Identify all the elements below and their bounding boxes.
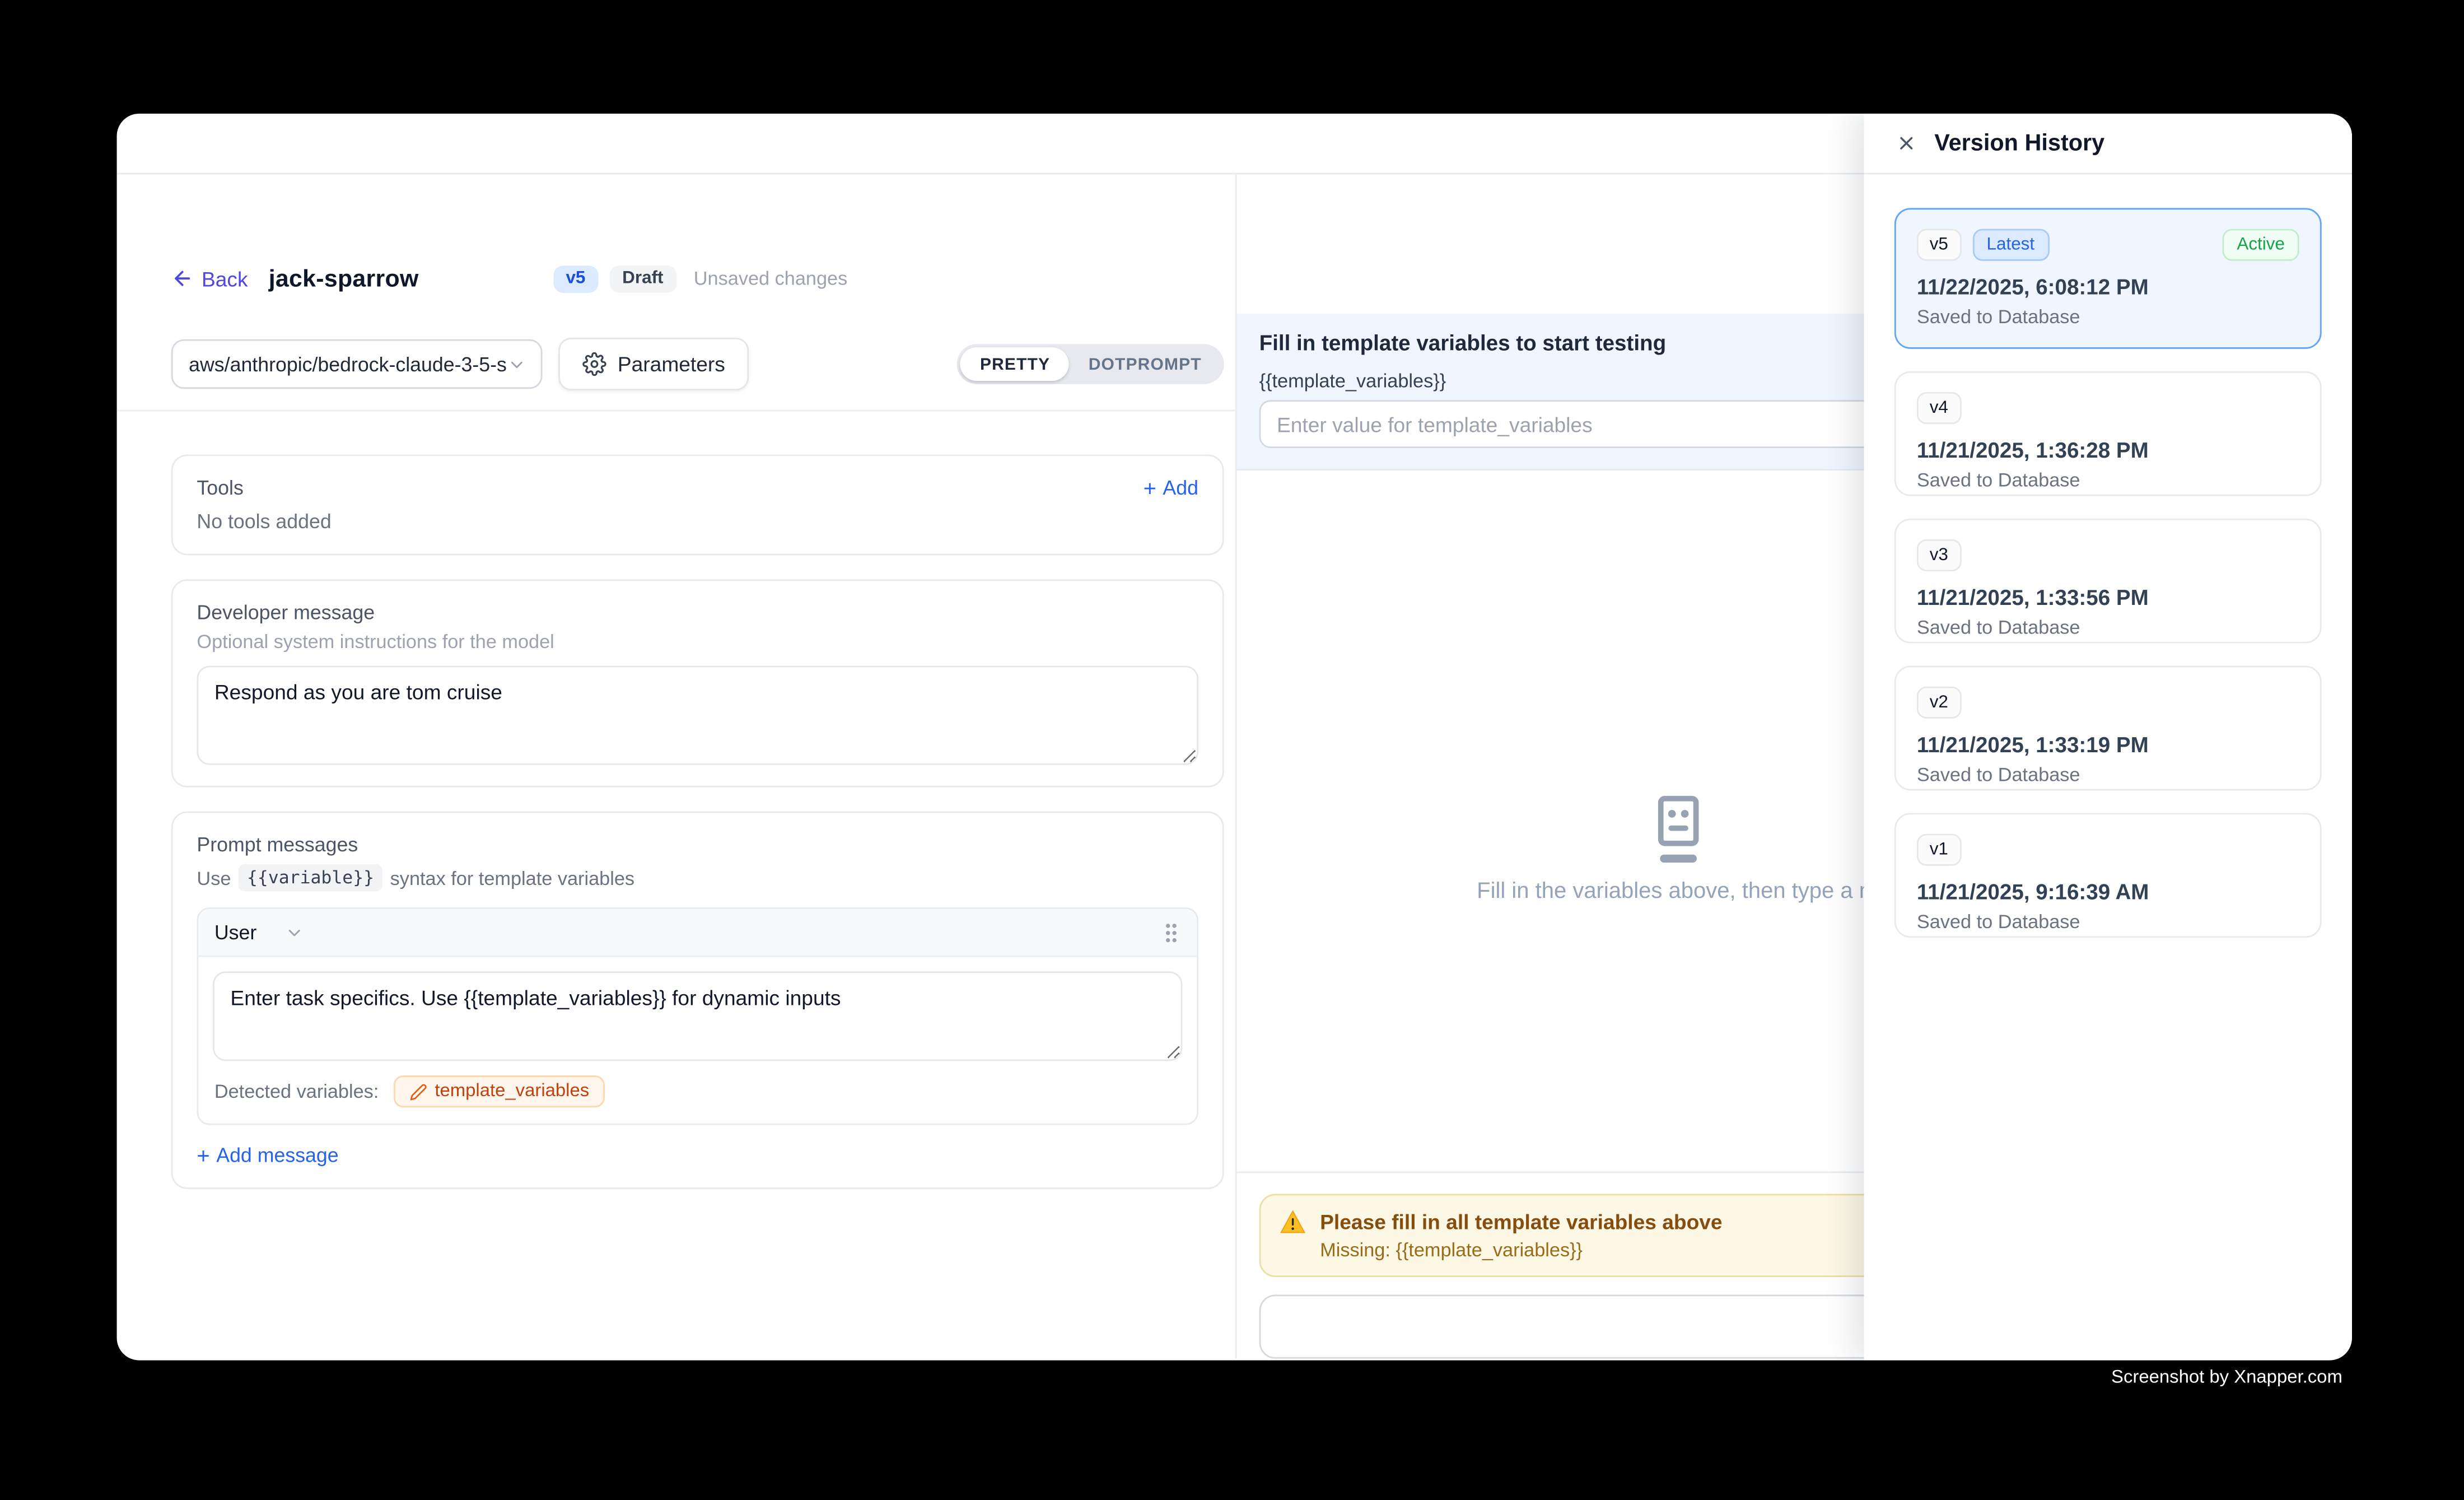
version-timestamp: 11/21/2025, 9:16:39 AM: [1917, 881, 2299, 905]
drag-handle-icon[interactable]: [1161, 921, 1180, 943]
toolbar-divider: [117, 409, 1235, 411]
app-window: Back jack-sparrow v5 Draft Unsaved chang…: [117, 114, 2352, 1361]
version-number-badge: v2: [1917, 687, 1961, 719]
version-badge: v5: [553, 265, 599, 292]
format-toggle: PRETTY DOTPROMPT: [958, 344, 1224, 384]
message-content-input[interactable]: Enter task specifics. Use {{template_var…: [213, 971, 1182, 1061]
warning-icon: [1280, 1210, 1306, 1261]
back-button[interactable]: Back: [171, 267, 248, 291]
version-number-badge: v1: [1917, 834, 1961, 867]
pencil-icon: [409, 1083, 427, 1100]
add-message-button[interactable]: + Add message: [197, 1144, 1198, 1167]
tools-card: Tools + Add No tools added: [171, 454, 1224, 555]
toggle-pretty[interactable]: PRETTY: [961, 347, 1070, 381]
developer-message-hint: Optional system instructions for the mod…: [197, 631, 1198, 653]
prompt-message: User Enter task specifics. Use {{templat…: [197, 907, 1198, 1125]
prompt-messages-label: Prompt messages: [197, 834, 1198, 856]
version-number-badge: v3: [1917, 539, 1961, 572]
version-timestamp: 11/21/2025, 1:33:56 PM: [1917, 586, 2299, 611]
plus-icon: +: [197, 1144, 209, 1167]
version-history-panel: Version History v5 Latest Active 11/22/2…: [1864, 114, 2352, 1361]
toggle-dotprompt[interactable]: DOTPROMPT: [1069, 347, 1221, 381]
version-card-v2[interactable]: v2 11/21/2025, 1:33:19 PM Saved to Datab…: [1894, 666, 2322, 791]
plus-icon: +: [1144, 477, 1156, 499]
gear-icon: [582, 352, 606, 376]
add-tool-button[interactable]: + Add: [1144, 477, 1198, 499]
robot-icon: [1650, 795, 1707, 866]
latest-badge: Latest: [1972, 229, 2049, 262]
back-label: Back: [202, 267, 248, 291]
stage: Back jack-sparrow v5 Draft Unsaved chang…: [0, 0, 2464, 1500]
chevron-down-icon: [507, 355, 525, 374]
developer-message-label: Developer message: [197, 602, 1198, 624]
version-saved-status: Saved to Database: [1917, 306, 2299, 329]
model-select-value: aws/anthropic/bedrock-claude-3-5-s...: [189, 353, 506, 375]
chevron-down-icon: [286, 923, 305, 942]
role-select-value: User: [214, 921, 256, 943]
role-select[interactable]: User: [214, 921, 305, 943]
version-history-header: Version History: [1864, 114, 2352, 175]
breadcrumb: Back jack-sparrow v5 Draft Unsaved chang…: [171, 258, 1224, 299]
screenshot-credit: Screenshot by Xnapper.com: [2111, 1368, 2342, 1387]
warning-title: Please fill in all template variables ab…: [1320, 1210, 1722, 1234]
editor-toolbar: aws/anthropic/bedrock-claude-3-5-s... Pa…: [171, 338, 1224, 390]
version-saved-status: Saved to Database: [1917, 617, 2299, 639]
unsaved-changes-label: Unsaved changes: [694, 267, 848, 290]
detected-variables-label: Detected variables:: [214, 1080, 379, 1103]
version-timestamp: 11/21/2025, 1:33:19 PM: [1917, 733, 2299, 757]
draft-badge: Draft: [609, 265, 676, 292]
version-timestamp: 11/21/2025, 1:36:28 PM: [1917, 439, 2299, 463]
version-saved-status: Saved to Database: [1917, 469, 2299, 492]
prompt-syntax-hint: Use {{variable}} syntax for template var…: [197, 864, 1198, 892]
version-card-v5[interactable]: v5 Latest Active 11/22/2025, 6:08:12 PM …: [1894, 208, 2322, 348]
add-tool-label: Add: [1163, 477, 1198, 499]
variable-syntax-chip: {{variable}}: [239, 864, 382, 892]
message-header: User: [198, 909, 1197, 957]
editor-pane: Back jack-sparrow v5 Draft Unsaved chang…: [117, 174, 1237, 1358]
parameters-label: Parameters: [618, 352, 725, 376]
warning-missing: Missing: {{template_variables}}: [1320, 1238, 1722, 1261]
version-timestamp: 11/22/2025, 6:08:12 PM: [1917, 276, 2299, 300]
active-status-badge: Active: [2223, 229, 2299, 262]
parameters-button[interactable]: Parameters: [558, 338, 749, 390]
add-message-label: Add message: [216, 1144, 338, 1167]
developer-message-input[interactable]: Respond as you are tom cruise: [197, 666, 1198, 765]
version-number-badge: v5: [1917, 229, 1961, 262]
developer-message-card: Developer message Optional system instru…: [171, 579, 1224, 787]
version-card-v3[interactable]: v3 11/21/2025, 1:33:56 PM Saved to Datab…: [1894, 519, 2322, 644]
model-select[interactable]: aws/anthropic/bedrock-claude-3-5-s...: [171, 339, 543, 389]
detected-variables-row: Detected variables: template_variables: [213, 1075, 1182, 1107]
close-icon[interactable]: [1896, 133, 1917, 153]
page-title: jack-sparrow: [269, 265, 419, 292]
version-list: v5 Latest Active 11/22/2025, 6:08:12 PM …: [1864, 174, 2352, 971]
version-number-badge: v4: [1917, 392, 1961, 425]
version-card-v1[interactable]: v1 11/21/2025, 9:16:39 AM Saved to Datab…: [1894, 813, 2322, 938]
prompt-messages-card: Prompt messages Use {{variable}} syntax …: [171, 812, 1224, 1189]
tools-label: Tools: [197, 477, 243, 499]
version-card-v4[interactable]: v4 11/21/2025, 1:36:28 PM Saved to Datab…: [1894, 371, 2322, 496]
version-history-title: Version History: [1934, 131, 2104, 156]
tools-empty-text: No tools added: [197, 510, 1198, 533]
back-arrow-icon: [171, 267, 194, 290]
version-saved-status: Saved to Database: [1917, 911, 2299, 934]
template-variable-chip[interactable]: template_variables: [393, 1075, 605, 1107]
version-saved-status: Saved to Database: [1917, 764, 2299, 786]
